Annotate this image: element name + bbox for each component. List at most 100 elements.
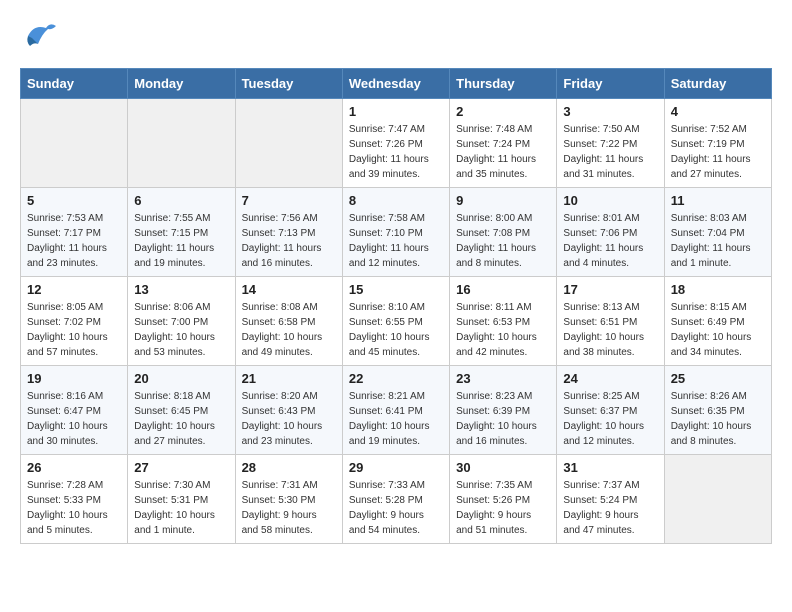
- day-number: 5: [27, 193, 121, 208]
- day-info: Sunrise: 8:26 AM Sunset: 6:35 PM Dayligh…: [671, 389, 765, 449]
- table-row: [235, 99, 342, 188]
- day-info: Sunrise: 7:28 AM Sunset: 5:33 PM Dayligh…: [27, 478, 121, 538]
- table-row: 19 Sunrise: 8:16 AM Sunset: 6:47 PM Dayli…: [21, 366, 128, 455]
- table-row: 1 Sunrise: 7:47 AM Sunset: 7:26 PM Daylig…: [342, 99, 449, 188]
- day-info: Sunrise: 8:01 AM Sunset: 7:06 PM Dayligh…: [563, 211, 657, 271]
- day-info: Sunrise: 8:21 AM Sunset: 6:41 PM Dayligh…: [349, 389, 443, 449]
- day-info: Sunrise: 8:10 AM Sunset: 6:55 PM Dayligh…: [349, 300, 443, 360]
- day-info: Sunrise: 8:23 AM Sunset: 6:39 PM Dayligh…: [456, 389, 550, 449]
- day-number: 31: [563, 460, 657, 475]
- day-info: Sunrise: 8:18 AM Sunset: 6:45 PM Dayligh…: [134, 389, 228, 449]
- table-row: 24 Sunrise: 8:25 AM Sunset: 6:37 PM Dayli…: [557, 366, 664, 455]
- table-row: 4 Sunrise: 7:52 AM Sunset: 7:19 PM Daylig…: [664, 99, 771, 188]
- col-friday: Friday: [557, 69, 664, 99]
- table-row: 3Sunrise: 7:50 AM Sunset: 7:22 PM Daylig…: [557, 99, 664, 188]
- table-row: 9 Sunrise: 8:00 AM Sunset: 7:08 PM Daylig…: [450, 188, 557, 277]
- day-number: 4: [671, 104, 765, 119]
- calendar-week-row: 5 Sunrise: 7:53 AM Sunset: 7:17 PM Daylig…: [21, 188, 772, 277]
- table-row: [128, 99, 235, 188]
- day-info: Sunrise: 7:55 AM Sunset: 7:15 PM Dayligh…: [134, 211, 228, 271]
- table-row: 10 Sunrise: 8:01 AM Sunset: 7:06 PM Dayli…: [557, 188, 664, 277]
- calendar-week-row: 19 Sunrise: 8:16 AM Sunset: 6:47 PM Dayli…: [21, 366, 772, 455]
- day-number: 2: [456, 104, 550, 119]
- day-info: Sunrise: 7:53 AM Sunset: 7:17 PM Dayligh…: [27, 211, 121, 271]
- table-row: 22 Sunrise: 8:21 AM Sunset: 6:41 PM Dayli…: [342, 366, 449, 455]
- day-number: 10: [563, 193, 657, 208]
- day-info: Sunrise: 8:15 AM Sunset: 6:49 PM Dayligh…: [671, 300, 765, 360]
- table-row: 26Sunrise: 7:28 AM Sunset: 5:33 PM Dayli…: [21, 455, 128, 544]
- table-row: 28 Sunrise: 7:31 AM Sunset: 5:30 PM Dayli…: [235, 455, 342, 544]
- day-number: 21: [242, 371, 336, 386]
- table-row: 29Sunrise: 7:33 AM Sunset: 5:28 PM Dayli…: [342, 455, 449, 544]
- day-number: 13: [134, 282, 228, 297]
- day-number: 22: [349, 371, 443, 386]
- day-info: Sunrise: 8:11 AM Sunset: 6:53 PM Dayligh…: [456, 300, 550, 360]
- logo-icon: [20, 16, 58, 54]
- calendar-header-row: Sunday Monday Tuesday Wednesday Thursday…: [21, 69, 772, 99]
- table-row: 2Sunrise: 7:48 AM Sunset: 7:24 PM Daylig…: [450, 99, 557, 188]
- table-row: 7Sunrise: 7:56 AM Sunset: 7:13 PM Daylig…: [235, 188, 342, 277]
- day-number: 24: [563, 371, 657, 386]
- day-info: Sunrise: 8:08 AM Sunset: 6:58 PM Dayligh…: [242, 300, 336, 360]
- day-number: 14: [242, 282, 336, 297]
- col-monday: Monday: [128, 69, 235, 99]
- table-row: [664, 455, 771, 544]
- table-row: 5 Sunrise: 7:53 AM Sunset: 7:17 PM Daylig…: [21, 188, 128, 277]
- table-row: 12 Sunrise: 8:05 AM Sunset: 7:02 PM Dayli…: [21, 277, 128, 366]
- col-sunday: Sunday: [21, 69, 128, 99]
- col-saturday: Saturday: [664, 69, 771, 99]
- day-info: Sunrise: 8:25 AM Sunset: 6:37 PM Dayligh…: [563, 389, 657, 449]
- table-row: 15 Sunrise: 8:10 AM Sunset: 6:55 PM Dayli…: [342, 277, 449, 366]
- day-number: 28: [242, 460, 336, 475]
- day-number: 15: [349, 282, 443, 297]
- table-row: 14 Sunrise: 8:08 AM Sunset: 6:58 PM Dayli…: [235, 277, 342, 366]
- day-info: Sunrise: 7:52 AM Sunset: 7:19 PM Dayligh…: [671, 122, 765, 182]
- table-row: 18 Sunrise: 8:15 AM Sunset: 6:49 PM Dayli…: [664, 277, 771, 366]
- day-number: 8: [349, 193, 443, 208]
- day-info: Sunrise: 8:05 AM Sunset: 7:02 PM Dayligh…: [27, 300, 121, 360]
- day-info: Sunrise: 7:33 AM Sunset: 5:28 PM Dayligh…: [349, 478, 443, 538]
- day-info: Sunrise: 8:13 AM Sunset: 6:51 PM Dayligh…: [563, 300, 657, 360]
- calendar-week-row: 12 Sunrise: 8:05 AM Sunset: 7:02 PM Dayli…: [21, 277, 772, 366]
- table-row: 16 Sunrise: 8:11 AM Sunset: 6:53 PM Dayli…: [450, 277, 557, 366]
- day-number: 19: [27, 371, 121, 386]
- calendar-week-row: 26Sunrise: 7:28 AM Sunset: 5:33 PM Dayli…: [21, 455, 772, 544]
- day-info: Sunrise: 8:06 AM Sunset: 7:00 PM Dayligh…: [134, 300, 228, 360]
- day-info: Sunrise: 8:20 AM Sunset: 6:43 PM Dayligh…: [242, 389, 336, 449]
- day-info: Sunrise: 8:16 AM Sunset: 6:47 PM Dayligh…: [27, 389, 121, 449]
- table-row: 13 Sunrise: 8:06 AM Sunset: 7:00 PM Dayli…: [128, 277, 235, 366]
- table-row: 27Sunrise: 7:30 AM Sunset: 5:31 PM Dayli…: [128, 455, 235, 544]
- day-number: 16: [456, 282, 550, 297]
- day-info: Sunrise: 7:35 AM Sunset: 5:26 PM Dayligh…: [456, 478, 550, 538]
- table-row: 23 Sunrise: 8:23 AM Sunset: 6:39 PM Dayli…: [450, 366, 557, 455]
- col-thursday: Thursday: [450, 69, 557, 99]
- col-tuesday: Tuesday: [235, 69, 342, 99]
- day-number: 1: [349, 104, 443, 119]
- day-info: Sunrise: 7:31 AM Sunset: 5:30 PM Dayligh…: [242, 478, 336, 538]
- table-row: 21 Sunrise: 8:20 AM Sunset: 6:43 PM Dayli…: [235, 366, 342, 455]
- day-number: 17: [563, 282, 657, 297]
- day-number: 30: [456, 460, 550, 475]
- day-info: Sunrise: 7:50 AM Sunset: 7:22 PM Dayligh…: [563, 122, 657, 182]
- logo: [20, 16, 60, 54]
- table-row: 11 Sunrise: 8:03 AM Sunset: 7:04 PM Dayli…: [664, 188, 771, 277]
- table-row: 25 Sunrise: 8:26 AM Sunset: 6:35 PM Dayli…: [664, 366, 771, 455]
- day-info: Sunrise: 7:47 AM Sunset: 7:26 PM Dayligh…: [349, 122, 443, 182]
- table-row: 8 Sunrise: 7:58 AM Sunset: 7:10 PM Daylig…: [342, 188, 449, 277]
- page: Sunday Monday Tuesday Wednesday Thursday…: [0, 0, 792, 560]
- table-row: 30 Sunrise: 7:35 AM Sunset: 5:26 PM Dayli…: [450, 455, 557, 544]
- day-info: Sunrise: 7:58 AM Sunset: 7:10 PM Dayligh…: [349, 211, 443, 271]
- col-wednesday: Wednesday: [342, 69, 449, 99]
- day-number: 18: [671, 282, 765, 297]
- day-number: 23: [456, 371, 550, 386]
- day-number: 9: [456, 193, 550, 208]
- day-number: 25: [671, 371, 765, 386]
- day-info: Sunrise: 8:00 AM Sunset: 7:08 PM Dayligh…: [456, 211, 550, 271]
- day-number: 12: [27, 282, 121, 297]
- day-info: Sunrise: 8:03 AM Sunset: 7:04 PM Dayligh…: [671, 211, 765, 271]
- day-number: 11: [671, 193, 765, 208]
- table-row: 6Sunrise: 7:55 AM Sunset: 7:15 PM Daylig…: [128, 188, 235, 277]
- table-row: 20 Sunrise: 8:18 AM Sunset: 6:45 PM Dayli…: [128, 366, 235, 455]
- day-number: 20: [134, 371, 228, 386]
- day-info: Sunrise: 7:30 AM Sunset: 5:31 PM Dayligh…: [134, 478, 228, 538]
